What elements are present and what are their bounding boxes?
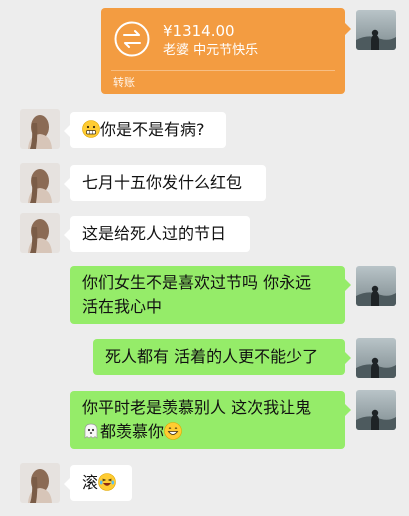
message-text-line: 你平时老是羡慕别人 这次我让鬼 xyxy=(82,398,312,417)
my-avatar[interactable] xyxy=(356,338,396,378)
message-text-line: 你们女生不是喜欢过节吗 你永远 xyxy=(82,273,312,292)
message-text: 你是不是有病? xyxy=(100,120,205,139)
my-avatar[interactable] xyxy=(356,10,396,50)
message-bubble-left[interactable]: 你是不是有病? xyxy=(64,112,226,148)
message-bubble-right[interactable]: 你平时老是羡慕别人 这次我让鬼 都羡慕你 xyxy=(70,391,351,449)
message-bubble-left[interactable]: 七月十五你发什么红包 xyxy=(64,165,266,201)
message-bubble-left[interactable]: 滚 xyxy=(64,465,132,501)
my-avatar[interactable] xyxy=(356,390,396,430)
message-text: 这是给死人过的节日 xyxy=(82,224,227,243)
message-text-line-2: 都羡慕你 xyxy=(82,420,337,444)
transfer-note: 老婆 中元节快乐 xyxy=(163,43,259,58)
ghost-emoji-icon xyxy=(82,422,100,440)
message-text: 死人都有 活着的人更不能少了 xyxy=(105,347,319,366)
transfer-arrows-icon xyxy=(113,20,151,58)
laugh-cry-emoji-icon xyxy=(98,473,116,491)
message-text: 都羡慕你 xyxy=(100,422,165,441)
transfer-card[interactable]: ¥1314.00 老婆 中元节快乐 转账 xyxy=(101,8,351,94)
friend-avatar[interactable] xyxy=(20,163,60,203)
message-text-line: 活在我心中 xyxy=(82,297,163,316)
grimace-emoji-icon xyxy=(82,120,100,138)
friend-avatar[interactable] xyxy=(20,109,60,149)
transfer-amount: ¥1314.00 xyxy=(163,22,235,40)
my-avatar[interactable] xyxy=(356,266,396,306)
message-bubble-right[interactable]: 你们女生不是喜欢过节吗 你永远 活在我心中 xyxy=(70,266,351,324)
friend-avatar[interactable] xyxy=(20,213,60,253)
message-text: 七月十五你发什么红包 xyxy=(82,173,243,192)
friend-avatar[interactable] xyxy=(20,463,60,503)
message-bubble-right[interactable]: 死人都有 活着的人更不能少了 xyxy=(93,339,351,375)
message-bubble-left[interactable]: 这是给死人过的节日 xyxy=(64,216,250,252)
message-text: 滚 xyxy=(82,473,99,492)
transfer-divider xyxy=(111,70,335,71)
transfer-label: 转账 xyxy=(113,76,135,89)
grin-emoji-icon xyxy=(164,422,182,440)
